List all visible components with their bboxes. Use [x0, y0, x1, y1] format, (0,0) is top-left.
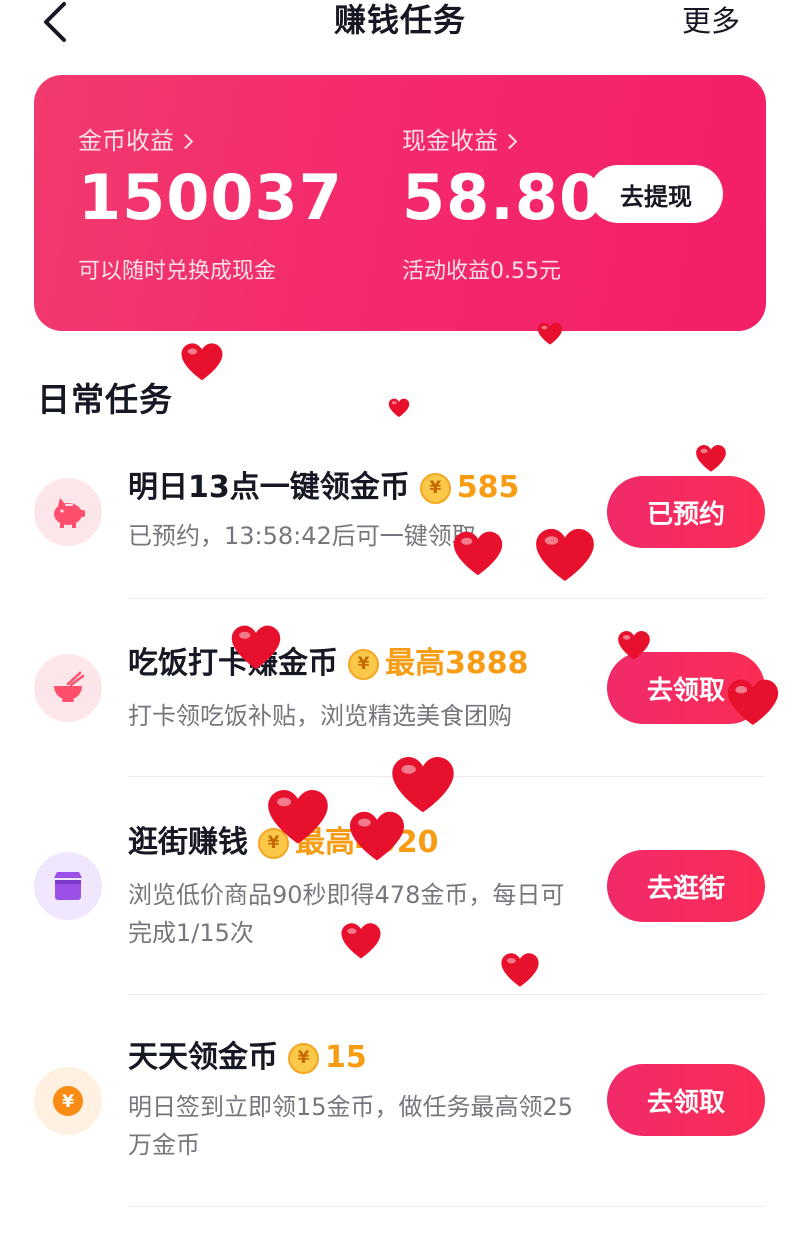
coin-earnings-label: 金币收益 [78, 127, 174, 155]
divider [128, 994, 765, 995]
task-title: 吃饭打卡赚金币 [128, 646, 338, 681]
task-icon-container [34, 852, 102, 920]
task-title: 逛街赚钱 [128, 825, 248, 860]
divider [128, 1206, 765, 1207]
activity-earnings-label: 活动收益0.55元 [402, 259, 561, 284]
task-title-row: 明日13点一键领金币 ¥ 585 [128, 468, 519, 508]
divider [128, 598, 765, 599]
withdraw-button[interactable]: 去提现 [589, 165, 723, 223]
task-description: 浏览低价商品90秒即得478金币，每日可完成1/15次 [128, 881, 565, 947]
go-shopping-button[interactable]: 去逛街 [607, 850, 765, 922]
chevron-right-icon [177, 133, 194, 150]
task-title: 天天领金币 [128, 1040, 278, 1075]
activity-earnings-link[interactable]: 活动收益0.55元 [402, 253, 561, 285]
coin-earnings-note: 可以随时兑换成现金 [78, 259, 277, 284]
coin-yuan-icon: ¥ [53, 1086, 83, 1116]
piggy-bank-icon [54, 498, 85, 528]
heart-icon [696, 444, 726, 472]
heart-icon [501, 953, 539, 987]
task-reward: 15 [325, 1040, 367, 1075]
coin-earnings-link[interactable]: 金币收益 [78, 121, 194, 156]
coin-earnings-value: 150037 [78, 161, 343, 234]
task-title-row: 逛街赚钱 ¥ 最高4920 [128, 823, 439, 863]
task-description: 已预约，13:58:42后可一键领取 [128, 522, 476, 550]
more-button[interactable]: 更多 [682, 2, 740, 40]
divider [128, 776, 765, 777]
task-icon-container [34, 654, 102, 722]
task-description: 打卡领吃饭补贴，浏览精选美食团购 [128, 702, 512, 730]
coin-icon: ¥ [258, 827, 289, 859]
coin-icon: ¥ [348, 648, 379, 680]
chevron-right-icon [501, 133, 518, 150]
task-reward: 最高4920 [295, 825, 439, 860]
section-title-daily-tasks: 日常任务 [37, 380, 173, 419]
heart-icon [181, 343, 223, 381]
cash-earnings-label: 现金收益 [402, 127, 498, 155]
task-description: 明日签到立即领15金币，做任务最高领25万金币 [128, 1093, 574, 1159]
cash-earnings-link[interactable]: 现金收益 [402, 121, 518, 156]
task-title: 明日13点一键领金币 [128, 470, 410, 505]
earnings-card: 金币收益 150037 可以随时兑换成现金 现金收益 58.80 活动收益0.5… [34, 75, 766, 331]
page-title: 赚钱任务 [333, 1, 466, 39]
heart-icon [388, 398, 410, 418]
task-icon-container [34, 478, 102, 546]
cash-earnings-value: 58.80 [402, 161, 604, 234]
claim-button[interactable]: 去领取 [607, 1064, 765, 1136]
task-reward: 585 [456, 470, 520, 505]
coin-icon: ¥ [288, 1042, 319, 1074]
shop-icon [54, 872, 82, 900]
coin-icon: ¥ [419, 472, 451, 504]
claim-button[interactable]: 去领取 [607, 652, 765, 724]
top-bar: 赚钱任务 更多 [0, 0, 800, 46]
task-title-row: 吃饭打卡赚金币 ¥ 最高3888 [128, 644, 529, 684]
task-icon-container: ¥ [34, 1067, 102, 1135]
heart-icon [392, 757, 454, 813]
task-title-row: 天天领金币 ¥ 15 [128, 1038, 367, 1078]
svg-text:¥: ¥ [62, 1092, 74, 1112]
task-reward: 最高3888 [385, 646, 529, 681]
reserved-button[interactable]: 已预约 [607, 476, 765, 548]
rice-bowl-icon [54, 671, 85, 702]
